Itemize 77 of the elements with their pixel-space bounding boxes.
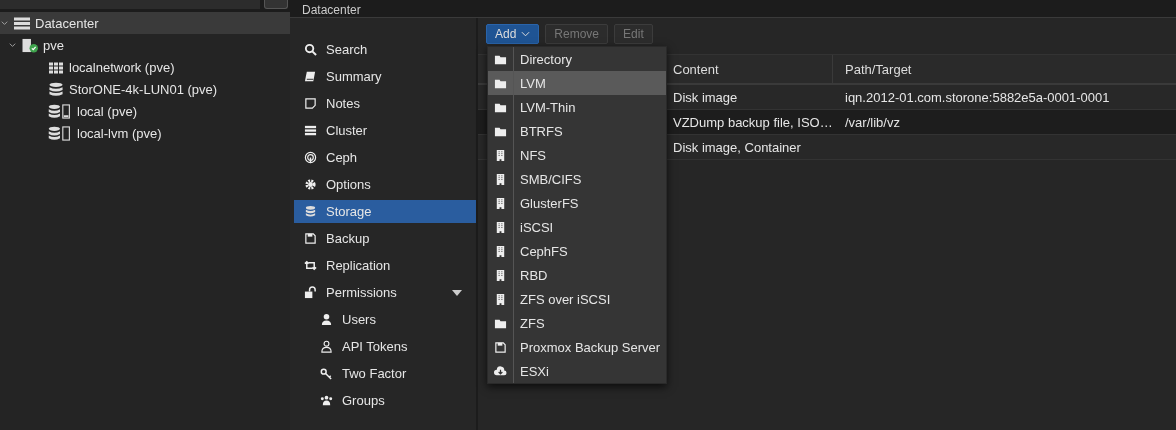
table-cell: /var/lib/vz (845, 114, 900, 130)
building-icon (494, 292, 507, 306)
chevron-icon[interactable] (8, 40, 17, 50)
menu-item[interactable]: LVM-Thin (488, 95, 666, 119)
unlock-icon (304, 286, 317, 299)
menu-item[interactable]: LVM (488, 71, 666, 95)
database-icon (304, 205, 317, 218)
building-icon (494, 220, 507, 234)
chevron-icon[interactable] (0, 18, 9, 28)
building-icon (494, 148, 507, 162)
tree-item[interactable]: local-lvm (pve) (0, 122, 290, 144)
nav-item[interactable]: Search (294, 38, 476, 61)
column-header[interactable]: Path/Target (833, 55, 1176, 83)
tree-item[interactable]: StorONE-4k-LUN01 (pve) (0, 78, 290, 100)
nav-item[interactable]: Backup (294, 227, 476, 250)
server-icon (304, 124, 317, 137)
nav-item[interactable]: Ceph (294, 146, 476, 169)
cloud-download-icon (494, 364, 507, 378)
caret-icon (521, 31, 531, 37)
ceph-icon (304, 151, 317, 164)
nav-item[interactable]: Storage (294, 200, 476, 223)
database-icon (47, 81, 65, 97)
table-cell: Disk image, Container (673, 139, 801, 155)
nav-item[interactable]: Cluster (294, 119, 476, 142)
nav-item[interactable]: Permissions (294, 281, 476, 304)
menu-item[interactable]: RBD (488, 263, 666, 287)
server-icon (13, 15, 31, 31)
nav-item[interactable]: Summary (294, 65, 476, 88)
building-icon (494, 268, 507, 282)
tree-item[interactable]: localnetwork (pve) (0, 56, 290, 78)
panel-title: Datacenter (302, 3, 361, 17)
tree-label: localnetwork (pve) (69, 59, 175, 75)
tree-label: local (pve) (77, 103, 137, 119)
key-icon (320, 367, 333, 380)
menu-item[interactable]: SMB/CIFS (488, 167, 666, 191)
database-usage-icon (47, 125, 73, 141)
caret-icon[interactable] (452, 289, 462, 296)
nav-item[interactable]: API Tokens (294, 335, 476, 358)
floppy-icon (304, 232, 317, 245)
menu-item[interactable]: iSCSI (488, 215, 666, 239)
note-icon (304, 97, 317, 110)
table-cell: Disk image (673, 89, 738, 105)
building-icon (494, 196, 507, 210)
menu-item[interactable]: ZFS (488, 311, 666, 335)
table-cell: VZDump backup file, ISO… (673, 114, 833, 130)
building-icon (494, 172, 507, 186)
tree-item[interactable]: pve (0, 34, 290, 56)
search-icon (304, 43, 317, 56)
tree-item[interactable]: local (pve) (0, 100, 290, 122)
database-usage-icon (47, 103, 73, 119)
menu-item[interactable]: BTRFS (488, 119, 666, 143)
menu-item[interactable]: ZFS over iSCSI (488, 287, 666, 311)
users-icon (320, 394, 333, 407)
add-menu-button[interactable]: Add (486, 24, 540, 44)
tree-label: local-lvm (pve) (77, 125, 162, 141)
building-icon (494, 244, 507, 258)
nav-item[interactable]: Replication (294, 254, 476, 277)
book-icon (304, 70, 317, 83)
user-icon (320, 340, 333, 353)
nav-item[interactable]: Notes (294, 92, 476, 115)
menu-item[interactable]: CephFS (488, 239, 666, 263)
nav-item[interactable]: Two Factor (294, 362, 476, 385)
tree-label: pve (43, 37, 64, 53)
menu-item[interactable]: ESXi (488, 359, 666, 383)
nav-item[interactable]: Users (294, 308, 476, 331)
menu-item[interactable]: GlusterFS (488, 191, 666, 215)
tree-label: Datacenter (35, 15, 99, 31)
nav-item[interactable]: Groups (294, 389, 476, 412)
tree-label: StorONE-4k-LUN01 (pve) (69, 81, 218, 97)
table-cell: iqn.2012-01.com.storone:5882e5a-0001-0001 (845, 89, 1110, 105)
nav-item[interactable]: Options (294, 173, 476, 196)
tree-item[interactable]: Datacenter (0, 12, 290, 34)
user-icon (320, 313, 333, 326)
floppy-icon (494, 340, 507, 354)
menu-item[interactable]: NFS (488, 143, 666, 167)
node-online-icon (21, 37, 39, 53)
menu-item[interactable]: Proxmox Backup Server (488, 335, 666, 359)
